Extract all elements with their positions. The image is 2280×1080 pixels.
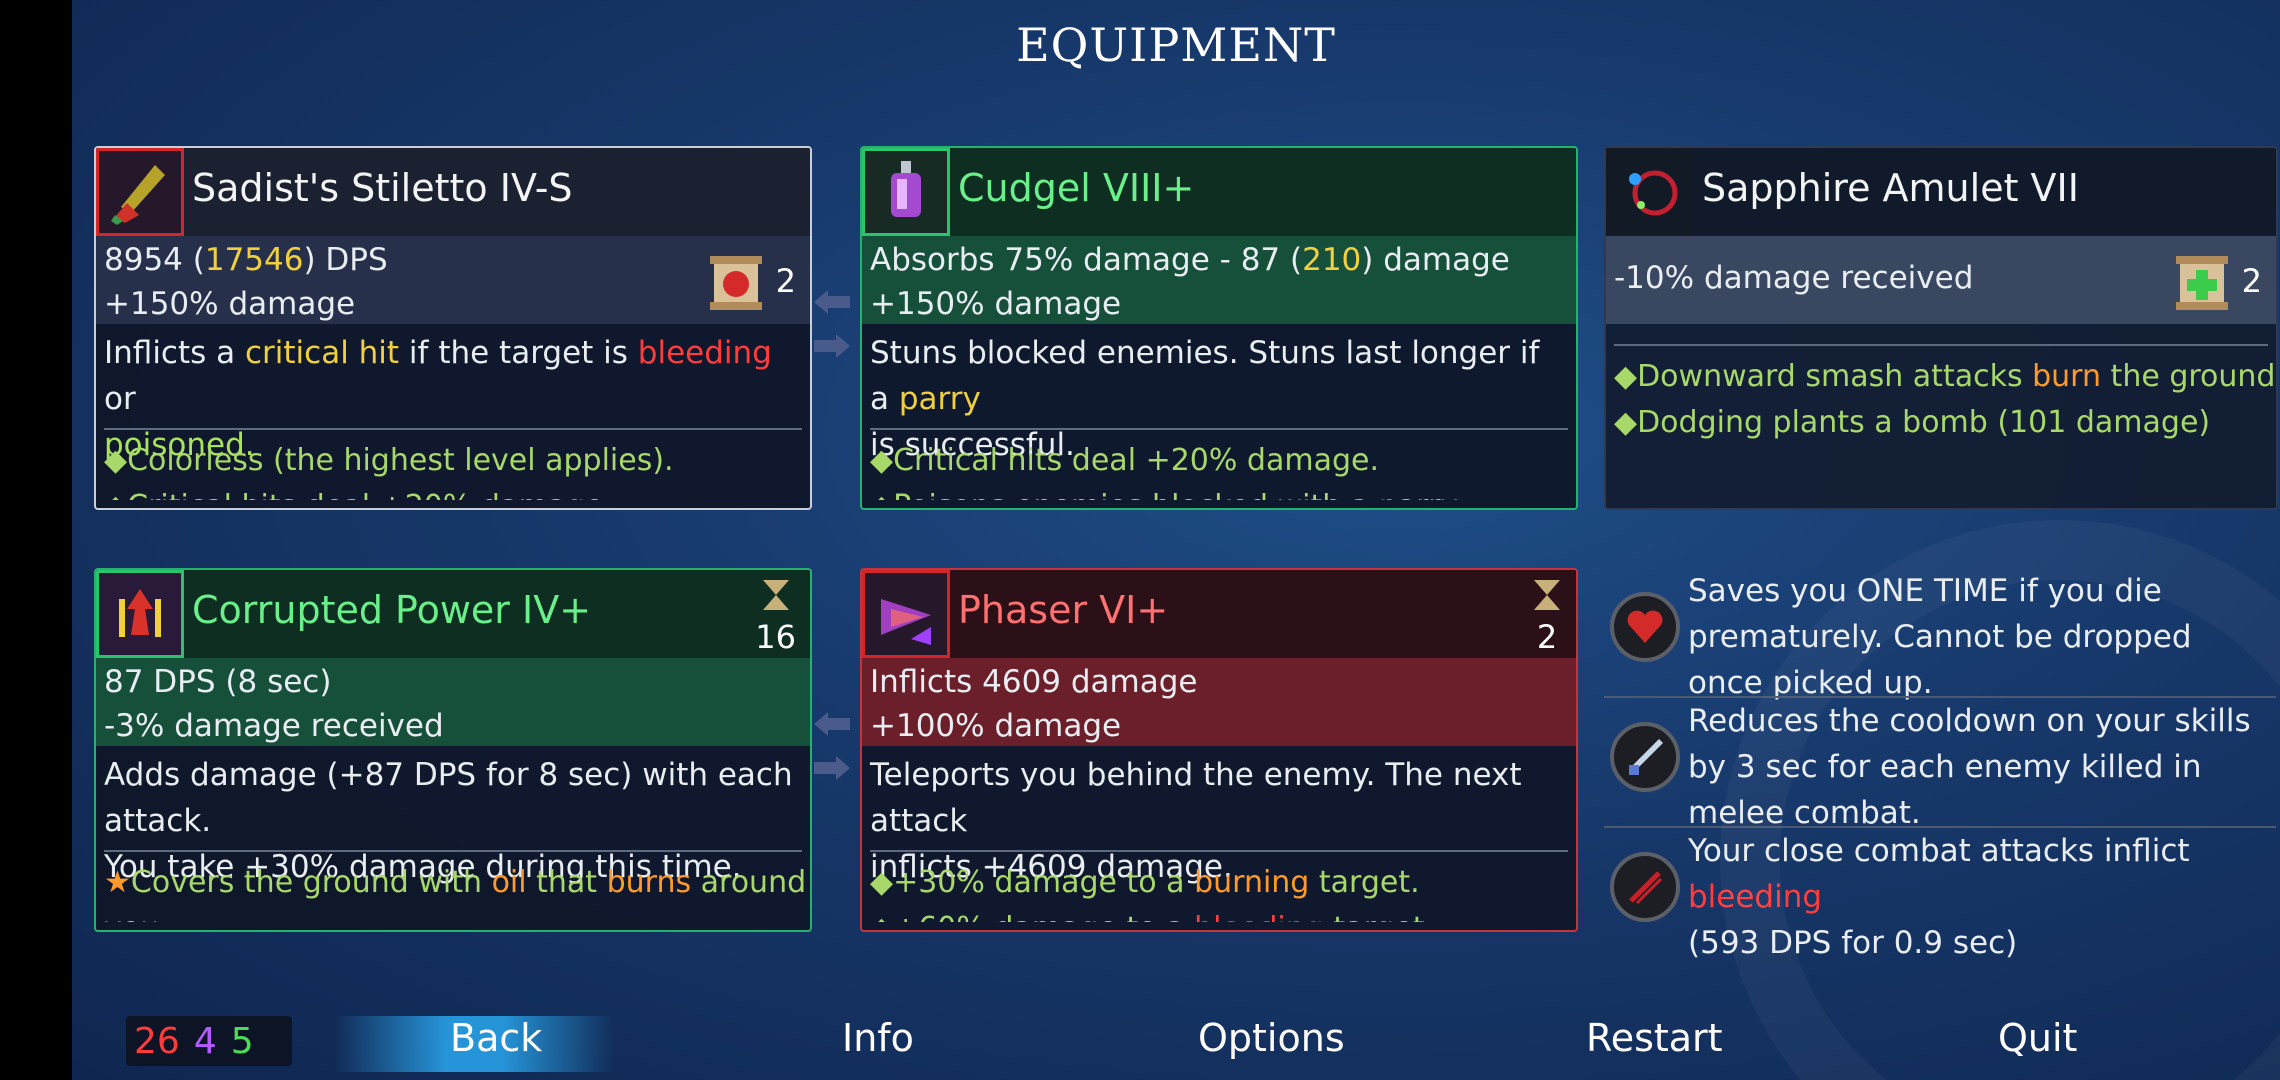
skill-card-secondary[interactable]: Phaser VI+ 2 Inflicts 4609 damage +100% … bbox=[860, 568, 1578, 932]
amulet-icon bbox=[1606, 148, 1694, 236]
back-button[interactable]: Back bbox=[450, 1016, 542, 1060]
skill-card-primary[interactable]: Corrupted Power IV+ 16 87 DPS (8 sec) -3… bbox=[94, 568, 812, 932]
cooldown-indicator: 2 bbox=[1532, 578, 1562, 655]
star-icon: ★ bbox=[104, 865, 131, 900]
survival-count: 5 bbox=[230, 1020, 254, 1062]
weapon-card-secondary[interactable]: Cudgel VIII+ Absorbs 75% damage - 87 (21… bbox=[860, 146, 1578, 510]
weapon-card-header: Sadist's Stiletto IV-S bbox=[96, 148, 810, 236]
mutation-item[interactable]: Your close combat attacks inflict bleedi… bbox=[1604, 828, 2276, 961]
skill-affixes: ★Covers the ground with oil that burns a… bbox=[104, 865, 807, 922]
scroll-icon bbox=[709, 256, 762, 310]
weapon-name: Sadist's Stiletto IV-S bbox=[192, 166, 573, 210]
equipment-screen: EQUIPMENT Sadist's Stiletto IV-S 8954 (1… bbox=[72, 0, 2280, 1080]
bottom-nav: 26 4 5 Back Info Options Restart Quit bbox=[72, 1010, 2280, 1080]
amulet-name: Sapphire Amulet VII bbox=[1702, 166, 2079, 210]
bleed-mutation-icon bbox=[1610, 852, 1680, 922]
heart-mutation-icon bbox=[1610, 592, 1680, 662]
options-button[interactable]: Options bbox=[1198, 1016, 1345, 1060]
survival-scroll-badge: 2 bbox=[2170, 248, 2262, 314]
weapon-affixes: ◆Critical hits deal +20% damage. ◆Poison… bbox=[870, 443, 1463, 500]
quit-button[interactable]: Quit bbox=[1998, 1016, 2077, 1060]
amulet-affixes: ◆Downward smash attacks burn the ground.… bbox=[1614, 359, 2278, 440]
phaser-icon bbox=[862, 570, 950, 658]
amulet-card[interactable]: Sapphire Amulet VII -10% damage received… bbox=[1604, 146, 2278, 510]
divider bbox=[104, 428, 802, 430]
skill-name: Corrupted Power IV+ bbox=[192, 588, 592, 632]
tactics-count: 4 bbox=[193, 1020, 217, 1062]
swap-arrows-icon[interactable] bbox=[814, 704, 850, 794]
weapon-card-primary[interactable]: Sadist's Stiletto IV-S 8954 (17546) DPS … bbox=[94, 146, 812, 510]
restart-button[interactable]: Restart bbox=[1586, 1016, 1723, 1060]
swap-arrows-icon[interactable] bbox=[814, 282, 850, 372]
weapon-affixes: ◆Colorless (the highest level applies). … bbox=[104, 443, 674, 500]
sword-mutation-icon bbox=[1610, 722, 1680, 792]
scroll-counts: 26 4 5 bbox=[126, 1016, 292, 1066]
info-button[interactable]: Info bbox=[842, 1016, 914, 1060]
page-title: EQUIPMENT bbox=[1016, 18, 1336, 72]
hourglass-icon bbox=[762, 580, 789, 610]
skill-affixes: ◆+30% damage to a burning target. ◆+60% … bbox=[870, 865, 1434, 922]
weapon-dps-bonus: 17546 bbox=[204, 242, 304, 278]
cudgel-icon bbox=[862, 148, 950, 236]
skill-name: Phaser VI+ bbox=[958, 588, 1169, 632]
mutation-list: Saves you ONE TIME if you die prematurel… bbox=[1604, 568, 2276, 961]
corrupted-power-icon bbox=[96, 570, 184, 658]
weapon-name: Cudgel VIII+ bbox=[958, 166, 1195, 210]
hourglass-icon bbox=[1534, 580, 1560, 610]
scroll-icon bbox=[2175, 256, 2228, 310]
dagger-icon bbox=[96, 148, 184, 236]
mutation-item[interactable]: Reduces the cooldown on your skills by 3… bbox=[1604, 698, 2276, 831]
cooldown-indicator: 16 bbox=[755, 578, 796, 655]
mutation-item[interactable]: Saves you ONE TIME if you die prematurel… bbox=[1604, 568, 2276, 701]
brutality-scroll-badge: 2 bbox=[704, 248, 796, 314]
brutality-count: 26 bbox=[134, 1020, 180, 1062]
